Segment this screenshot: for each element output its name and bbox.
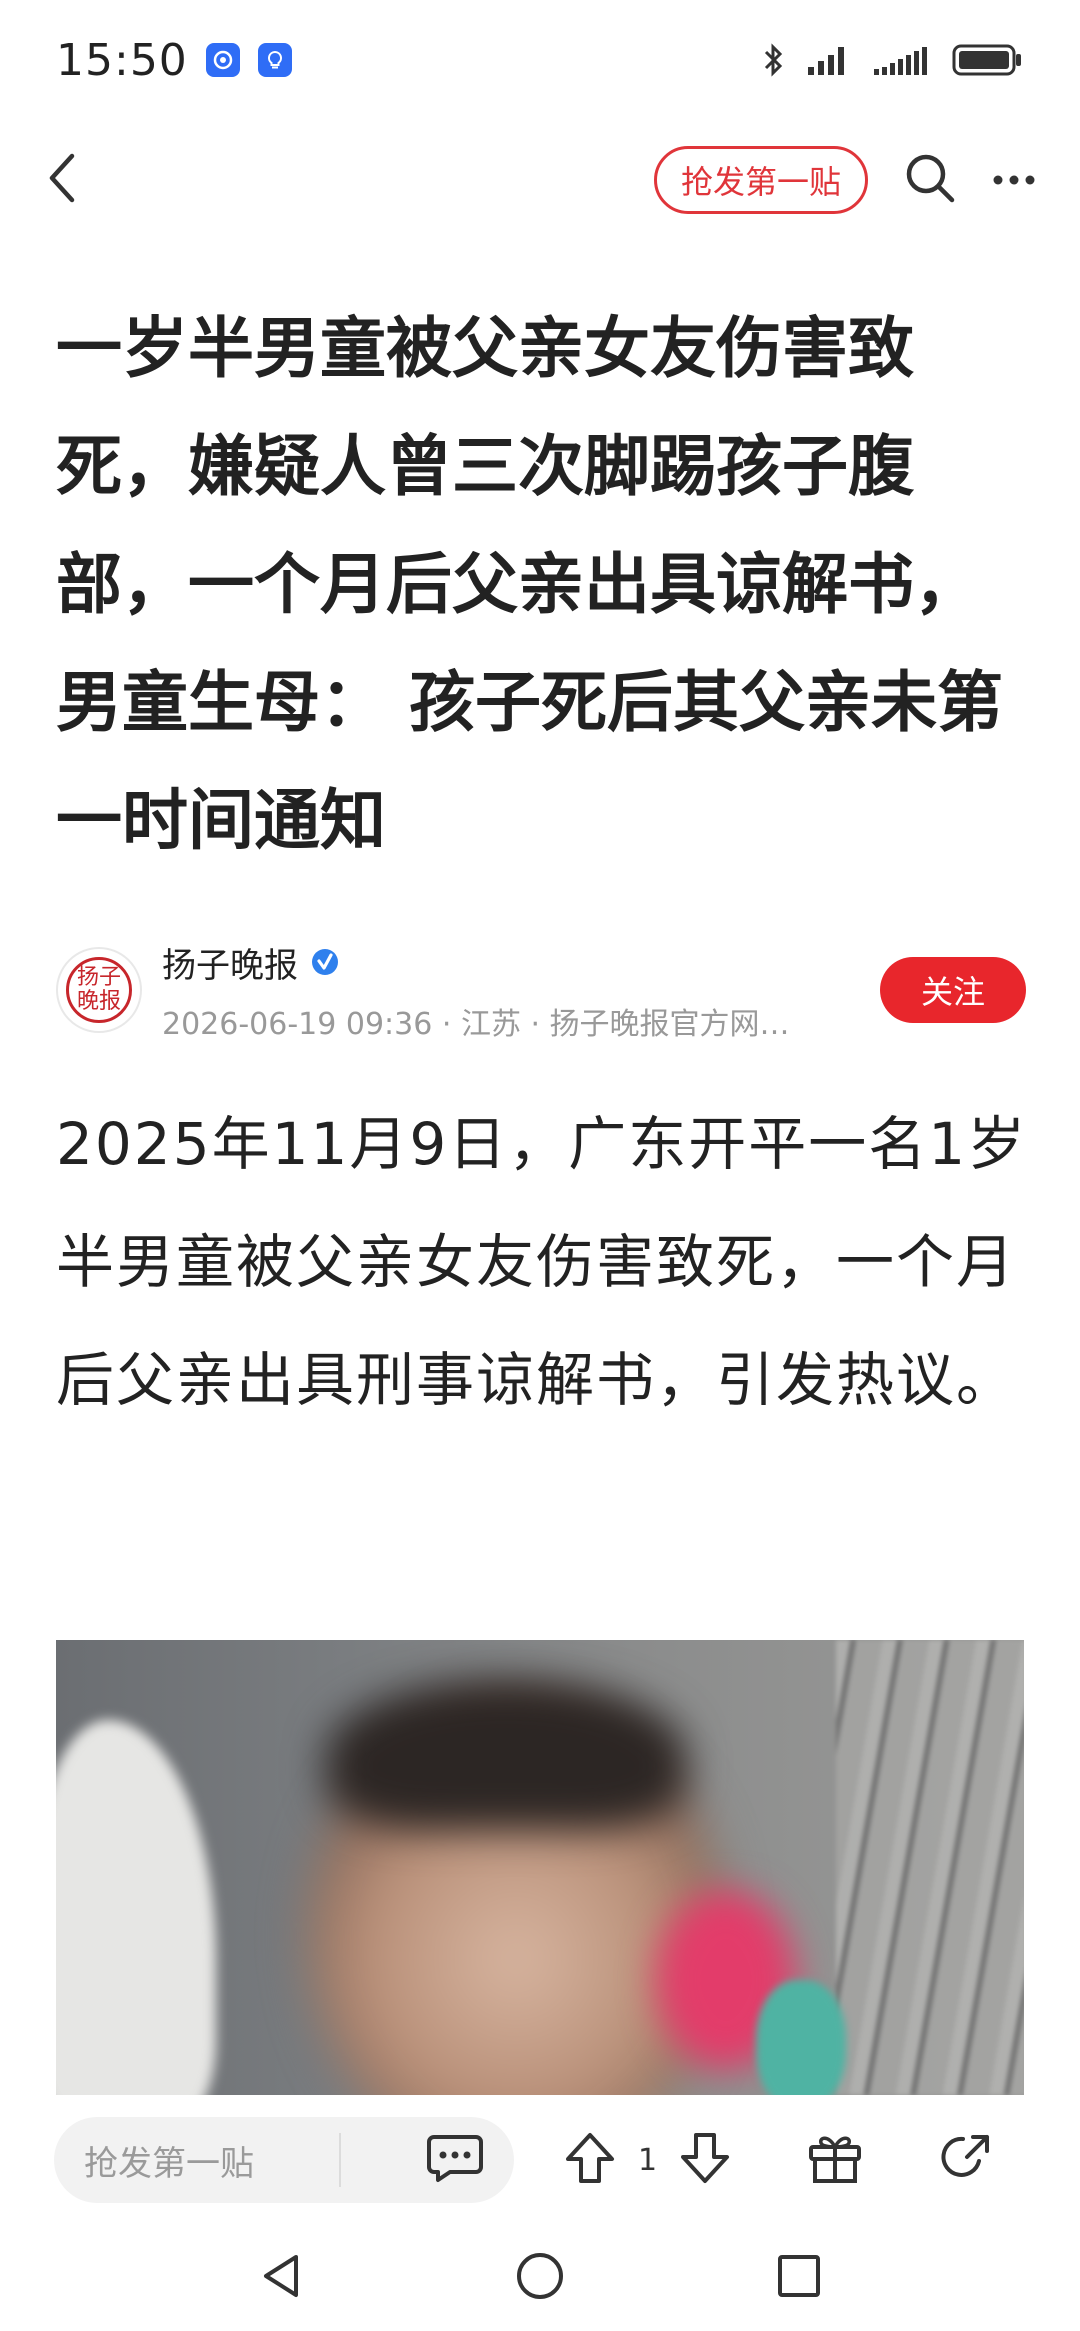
search-icon[interactable] xyxy=(902,150,958,210)
signal-icon xyxy=(874,47,927,75)
system-nav-bar xyxy=(0,2225,1080,2331)
status-time: 15:50 xyxy=(56,34,188,86)
nav-bar: 抢发第一贴 xyxy=(0,130,1080,230)
downvote-icon[interactable] xyxy=(679,2131,731,2189)
follow-button[interactable]: 关注 xyxy=(880,957,1026,1023)
comment-icon[interactable] xyxy=(426,2133,484,2187)
bluetooth-icon xyxy=(764,43,783,77)
author-name-row: 扬子晚报 xyxy=(162,938,880,987)
gift-icon[interactable] xyxy=(807,2131,863,2189)
back-icon[interactable] xyxy=(44,148,84,212)
article-image[interactable] xyxy=(56,1640,1024,2095)
first-post-button[interactable]: 抢发第一贴 xyxy=(653,146,868,214)
vote-group: 1 xyxy=(564,2131,731,2189)
upvote-count: 1 xyxy=(638,2142,658,2178)
comment-placeholder: 抢发第一贴 xyxy=(84,2143,254,2184)
battery-icon xyxy=(952,44,1021,76)
comment-input[interactable]: 抢发第一贴 xyxy=(54,2117,514,2203)
nav-back-icon[interactable] xyxy=(258,2251,304,2305)
avatar[interactable]: 扬子晚报 xyxy=(56,947,142,1033)
upvote-icon[interactable] xyxy=(564,2131,616,2189)
author-name[interactable]: 扬子晚报 xyxy=(162,938,298,987)
bottom-actions: 1 xyxy=(564,2131,993,2189)
nav-actions: 抢发第一贴 xyxy=(653,146,1036,214)
article-meta: 2026-06-19 09:36 · 江苏 · 扬子晚报官方网… xyxy=(162,1006,790,1042)
app-notification-icon xyxy=(205,43,240,77)
signal-icon xyxy=(808,47,844,75)
avatar-logo: 扬子晚报 xyxy=(66,957,132,1023)
author-info: 扬子晚报 2026-06-19 09:36 · 江苏 · 扬子晚报官方网… xyxy=(162,938,880,1043)
status-left: 15:50 xyxy=(56,35,292,86)
divider xyxy=(339,2133,341,2187)
more-icon[interactable] xyxy=(992,171,1036,190)
article-title: 一岁半男童被父亲女友伤害致死，嫌疑人曾三次脚踢孩子腹部，一个月后父亲出具谅解书，… xyxy=(56,310,1003,859)
nav-recents-icon[interactable] xyxy=(776,2253,822,2303)
nav-home-icon[interactable] xyxy=(514,2250,566,2306)
status-bar: 15:50 xyxy=(0,0,1080,120)
verified-icon xyxy=(312,949,338,975)
bottom-action-bar: 抢发第一贴 1 xyxy=(0,2095,1080,2225)
share-icon[interactable] xyxy=(939,2131,993,2189)
article-body: 2025年11月9日，广东开平一名1岁半男童被父亲女友伤害致死，一个月后父亲出具… xyxy=(56,1110,1028,1414)
author-row: 扬子晚报 扬子晚报 2026-06-19 09:36 · 江苏 · 扬子晚报官方… xyxy=(56,935,1026,1045)
bulb-notification-icon xyxy=(257,43,292,77)
status-right xyxy=(762,42,1024,78)
